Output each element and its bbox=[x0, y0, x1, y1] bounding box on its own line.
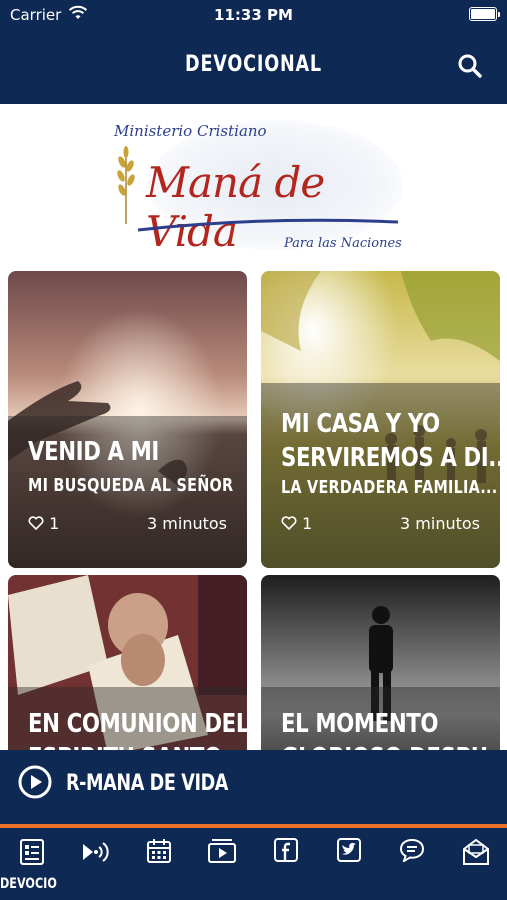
logo-swoosh bbox=[137, 218, 399, 232]
tab-radio[interactable] bbox=[63, 828, 126, 900]
read-time: 3 minutos bbox=[400, 514, 480, 533]
like-count-value: 1 bbox=[302, 514, 313, 533]
tab-video[interactable] bbox=[190, 828, 253, 900]
tab-mail[interactable] bbox=[444, 828, 507, 900]
ministry-logo: Ministerio Cristiano Maná de Vida Para l… bbox=[108, 112, 408, 258]
video-icon bbox=[207, 839, 236, 863]
screen: Carrier 11:33 PM DEVOCIONAL Ministerio C… bbox=[0, 0, 507, 900]
tab-facebook[interactable] bbox=[254, 828, 317, 900]
calendar-icon bbox=[146, 839, 171, 863]
radio-station-name: R-MANA DE VIDA bbox=[66, 771, 229, 796]
devotional-card[interactable]: MI CASA Y YO SERVIREMOS A DI... LA VERDA… bbox=[261, 271, 500, 568]
radio-player-bar[interactable]: R-MANA DE VIDA bbox=[0, 750, 507, 824]
devotional-card[interactable]: VENID A MI MI BUSQUEDA AL SEÑOR 1 3 minu… bbox=[8, 271, 247, 568]
read-time: 3 minutos bbox=[147, 514, 227, 533]
chat-icon bbox=[399, 838, 424, 862]
card-title-line2: SERVIREMOS A DI... bbox=[281, 443, 500, 473]
clock: 11:33 PM bbox=[214, 6, 293, 24]
devotional-card[interactable]: EN COMUNION DEL ESPIRITU SANTO bbox=[8, 575, 247, 775]
card-title: EL MOMENTO bbox=[281, 709, 439, 739]
app-header: Carrier 11:33 PM DEVOCIONAL bbox=[0, 0, 507, 104]
page-title: DEVOCIONAL bbox=[185, 52, 322, 77]
card-title: VENID A MI bbox=[28, 437, 159, 467]
devotional-card[interactable]: EL MOMENTO GLORIOSO DESPU... bbox=[261, 575, 500, 775]
twitter-icon bbox=[336, 838, 361, 862]
tab-devocional[interactable]: DEVOCIO bbox=[0, 828, 63, 900]
play-circle-icon[interactable] bbox=[18, 765, 52, 799]
mail-icon bbox=[462, 838, 489, 865]
bottom-tab-bar: DEVOCIO bbox=[0, 828, 507, 900]
tab-label: DEVOCIO bbox=[0, 876, 57, 892]
search-icon[interactable] bbox=[457, 53, 483, 79]
card-meta: 1 3 minutos bbox=[28, 514, 227, 534]
card-subtitle: MI BUSQUEDA AL SEÑOR bbox=[28, 475, 234, 496]
card-title: MI CASA Y YO bbox=[281, 409, 440, 439]
card-subtitle: LA VERDADERA FAMILIA... bbox=[281, 477, 498, 498]
like-count-value: 1 bbox=[49, 514, 60, 533]
facebook-icon bbox=[273, 838, 298, 862]
card-title: EN COMUNION DEL bbox=[28, 709, 247, 739]
status-bar: Carrier 11:33 PM bbox=[0, 0, 507, 32]
devotional-icon bbox=[19, 839, 44, 865]
tab-chat[interactable] bbox=[380, 828, 443, 900]
like-count[interactable]: 1 bbox=[281, 514, 312, 533]
radio-icon bbox=[82, 842, 109, 862]
battery-icon bbox=[469, 7, 500, 21]
heart-icon bbox=[28, 516, 44, 530]
logo-line-naciones: Para las Naciones bbox=[284, 236, 402, 251]
heart-icon bbox=[281, 516, 297, 530]
like-count[interactable]: 1 bbox=[28, 514, 59, 533]
tab-twitter[interactable] bbox=[317, 828, 380, 900]
logo-line-ministerio: Ministerio Cristiano bbox=[114, 122, 267, 140]
tab-calendar[interactable] bbox=[127, 828, 190, 900]
card-meta: 1 3 minutos bbox=[281, 514, 480, 534]
